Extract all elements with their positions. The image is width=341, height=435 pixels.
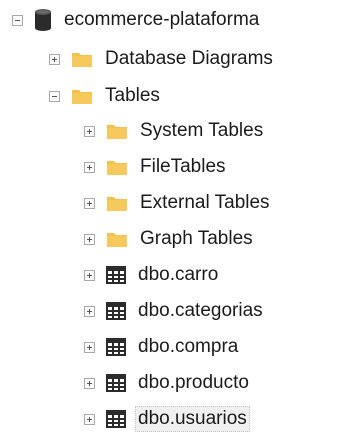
tree-node-system-tables[interactable]: System Tables (84, 114, 266, 148)
tree-node-label: FileTables (140, 156, 226, 177)
tree-node-label: dbo.carro (138, 264, 219, 285)
expand-toggle[interactable] (84, 413, 95, 425)
tree-node-table-carro[interactable]: dbo.carro (84, 258, 221, 292)
expand-toggle[interactable] (84, 125, 95, 137)
table-icon (106, 266, 126, 284)
expand-toggle[interactable] (84, 269, 95, 281)
folder-icon (71, 50, 93, 68)
expand-toggle[interactable] (84, 197, 95, 209)
expand-toggle[interactable] (84, 341, 95, 353)
tree-node-label: Database Diagrams (105, 48, 273, 69)
tree-node-tables[interactable]: Tables (49, 79, 163, 113)
tree-node-table-categorias[interactable]: dbo.categorias (84, 294, 266, 328)
tree-node-label: dbo.usuarios (135, 406, 250, 432)
tree-node-database[interactable]: ecommerce-plataforma (12, 3, 262, 37)
tree-node-graph-tables[interactable]: Graph Tables (84, 222, 256, 256)
tree-node-label: Graph Tables (140, 228, 253, 249)
tree-node-table-usuarios[interactable]: dbo.usuarios (84, 402, 250, 435)
table-icon (106, 410, 126, 428)
tree-node-label: dbo.producto (138, 372, 249, 393)
expand-toggle[interactable] (49, 53, 60, 65)
tree-node-label: dbo.categorias (138, 300, 263, 321)
database-name-label: ecommerce-plataforma (64, 9, 260, 30)
expand-toggle[interactable] (84, 233, 95, 245)
folder-icon (106, 230, 128, 248)
tree-node-label: External Tables (140, 192, 270, 213)
tree-node-database-diagrams[interactable]: Database Diagrams (49, 42, 276, 76)
collapse-toggle[interactable] (12, 14, 23, 26)
table-icon (106, 302, 126, 320)
tree-node-label: dbo.compra (138, 336, 239, 357)
expand-toggle[interactable] (84, 377, 95, 389)
folder-icon (106, 122, 128, 140)
collapse-toggle[interactable] (49, 90, 60, 102)
tree-node-external-tables[interactable]: External Tables (84, 186, 273, 220)
folder-icon (106, 194, 128, 212)
tree-node-filetables[interactable]: FileTables (84, 150, 229, 184)
expand-toggle[interactable] (84, 305, 95, 317)
folder-icon (106, 158, 128, 176)
tree-node-label: Tables (105, 85, 160, 106)
expand-toggle[interactable] (84, 161, 95, 173)
tree-node-table-compra[interactable]: dbo.compra (84, 330, 241, 364)
table-icon (106, 338, 126, 356)
tree-node-label: System Tables (140, 120, 264, 141)
folder-icon (71, 87, 93, 105)
tree-node-table-producto[interactable]: dbo.producto (84, 366, 252, 400)
database-icon (34, 8, 52, 32)
table-icon (106, 374, 126, 392)
